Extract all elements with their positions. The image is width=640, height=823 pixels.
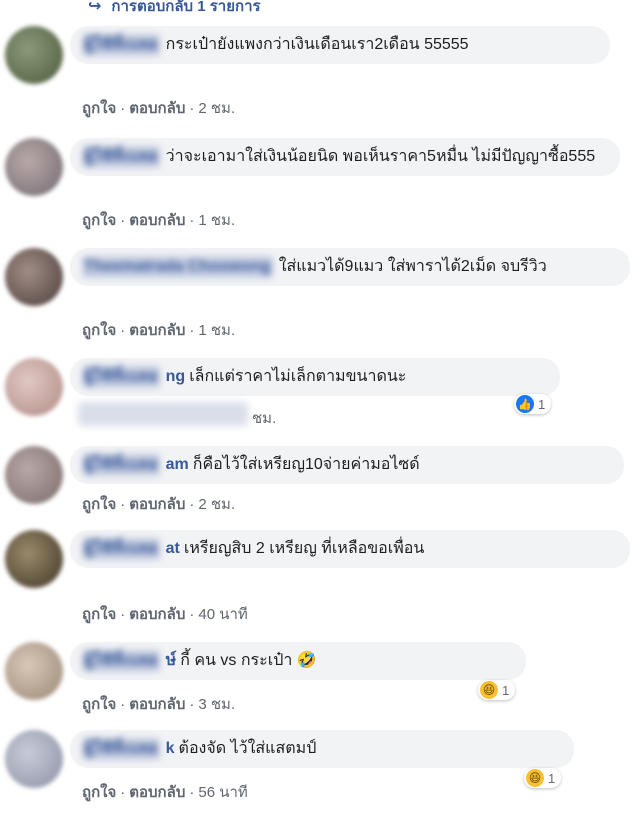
comment-meta: ถูกใจ · ตอบกลับ · 2 ชม.: [82, 492, 235, 516]
reply-link[interactable]: ตอบกลับ: [129, 696, 185, 713]
view-replies-label: การตอบกลับ 1 รายการ: [111, 0, 261, 15]
comment-bubble: ผู้ใช้ที่เบลอ กระเป๋ายังแพงกว่าเงินเดือนเ…: [70, 26, 610, 64]
comment-author[interactable]: Theematrada Choowong: [82, 256, 273, 278]
reply-link[interactable]: ตอบกลับ: [129, 100, 185, 117]
reaction-count: 1: [538, 396, 546, 412]
meta-separator: ·: [120, 100, 126, 117]
reaction-summary[interactable]: 😆 1: [478, 680, 516, 700]
reply-link[interactable]: ตอบกลับ: [129, 212, 185, 229]
comment-author[interactable]: ผู้ใช้ที่เบลอ: [82, 146, 160, 168]
meta-separator: ·: [189, 696, 195, 713]
avatar[interactable]: [5, 530, 63, 588]
comment-meta: ถูกใจ · ตอบกลับ · 40 นาที: [82, 602, 248, 626]
comment-meta: ถูกใจ · ตอบกลับ · 1 ชม.: [82, 318, 235, 342]
comment-meta: ถูกใจ · ตอบกลับ · 1 ชม.: [82, 208, 235, 232]
reaction-summary[interactable]: 😆 1: [524, 768, 562, 788]
like-link[interactable]: ถูกใจ: [82, 100, 116, 117]
avatar[interactable]: [5, 642, 63, 700]
comment-time[interactable]: 1 ชม.: [198, 212, 235, 229]
comment-time[interactable]: 1 ชม.: [198, 322, 235, 339]
comment-author-tail[interactable]: at: [166, 540, 180, 557]
comment-time[interactable]: 40 นาที: [198, 606, 247, 623]
meta-separator: ·: [189, 322, 195, 339]
avatar[interactable]: [5, 446, 63, 504]
comment-bubble: Theematrada Choowong ใส่แมวได้9แมว ใส่พาร…: [70, 248, 630, 286]
like-link[interactable]: ถูกใจ: [82, 212, 116, 229]
meta-separator: ·: [120, 212, 126, 229]
like-link[interactable]: ถูกใจ: [82, 322, 116, 339]
comment-time[interactable]: 56 นาที: [198, 784, 247, 801]
comment-meta: ถูกใจ · ตอบกลับ · 2 ชม.: [82, 96, 235, 120]
comment-time[interactable]: 2 ชม.: [198, 496, 235, 513]
reply-link[interactable]: ตอบกลับ: [129, 606, 185, 623]
meta-separator: ·: [189, 784, 195, 801]
reply-link[interactable]: ตอบกลับ: [129, 784, 185, 801]
avatar[interactable]: [5, 358, 63, 416]
comment-author[interactable]: ผู้ใช้ที่เบลอ: [82, 738, 160, 760]
view-replies-link[interactable]: ↪ การตอบกลับ 1 รายการ: [88, 0, 261, 18]
reaction-summary[interactable]: 👍 1: [514, 394, 552, 414]
like-link[interactable]: ถูกใจ: [82, 696, 116, 713]
comment-author[interactable]: ผู้ใช้ที่เบลอ: [82, 34, 160, 56]
comment-author[interactable]: ผู้ใช้ที่เบลอ: [82, 650, 160, 672]
meta-separator: ·: [120, 606, 126, 623]
haha-reaction-icon: 😆: [480, 681, 498, 699]
comment-text: กระเป๋ายังแพงกว่าเงินเดือนเรา2เดือน 5555…: [165, 36, 469, 53]
comment-text: ใส่แมวได้9แมว ใส่พาราได้2เม็ด จบรีวิว: [278, 258, 547, 275]
meta-separator: ·: [120, 322, 126, 339]
comment-text: เหรียญสิบ 2 เหรียญ ที่เหลือขอเพื่อน: [183, 540, 425, 557]
comment-time[interactable]: ชม.: [252, 410, 276, 427]
comment-author[interactable]: ผู้ใช้ที่เบลอ: [82, 454, 160, 476]
comment-meta: ถูกใจ · ตอบกลับ · 56 นาที: [82, 780, 248, 804]
meta-separator: ·: [189, 496, 195, 513]
haha-reaction-icon: 😆: [526, 769, 544, 787]
meta-separator: ·: [189, 100, 195, 117]
blurred-meta: [78, 402, 248, 426]
comment-bubble: ผู้ใช้ที่เบลอ ว่าจะเอามาใส่เงินน้อยนิด พอ…: [70, 138, 620, 176]
like-link[interactable]: ถูกใจ: [82, 784, 116, 801]
comment-text: ก็คือไว้ใส่เหรียญ10จ่ายค่ามอไซด์: [192, 456, 420, 473]
reply-link[interactable]: ตอบกลับ: [129, 496, 185, 513]
comment-author-tail[interactable]: am: [166, 456, 189, 473]
comment-meta: ชม.: [252, 406, 276, 430]
like-link[interactable]: ถูกใจ: [82, 496, 116, 513]
comment-bubble: ผู้ใช้ที่เบลอ k ต้องจัด ไว้ใส่แสตมป์: [70, 730, 574, 768]
comment-bubble: ผู้ใช้ที่เบลอ am ก็คือไว้ใส่เหรียญ10จ่ายค่…: [70, 446, 624, 484]
comment-text: ต้องจัด ไว้ใส่แสตมป์: [178, 740, 317, 757]
avatar[interactable]: [5, 248, 63, 306]
avatar[interactable]: [5, 730, 63, 788]
comment-author-tail[interactable]: ng: [166, 368, 186, 385]
comment-time[interactable]: 3 ชม.: [198, 696, 235, 713]
meta-separator: ·: [189, 606, 195, 623]
comment-text: เล็กแต่ราคาไม่เล็กตามขนาดนะ: [189, 368, 407, 385]
comment-bubble: ผู้ใช้ที่เบลอ ng เล็กแต่ราคาไม่เล็กตามขนาด…: [70, 358, 560, 396]
comment-time[interactable]: 2 ชม.: [198, 100, 235, 117]
comment-author[interactable]: ผู้ใช้ที่เบลอ: [82, 366, 160, 388]
comment-meta: ถูกใจ · ตอบกลับ · 3 ชม.: [82, 692, 235, 716]
reply-link[interactable]: ตอบกลับ: [129, 322, 185, 339]
meta-separator: ·: [189, 212, 195, 229]
like-reaction-icon: 👍: [516, 395, 534, 413]
avatar[interactable]: [5, 26, 63, 84]
reply-arrow-icon: ↪: [88, 0, 102, 15]
avatar[interactable]: [5, 138, 63, 196]
comment-text: ว่าจะเอามาใส่เงินน้อยนิด พอเห็นราคา5หมื่…: [165, 148, 596, 165]
comment-text: กี้ คน vs กระเป๋า 🤣: [180, 652, 317, 669]
comment-author-tail[interactable]: k: [166, 740, 175, 757]
reaction-count: 1: [548, 770, 556, 786]
comment-bubble: ผู้ใช้ที่เบลอ ษ์ กี้ คน vs กระเป๋า 🤣: [70, 642, 526, 680]
reaction-count: 1: [502, 682, 510, 698]
comment-author[interactable]: ผู้ใช้ที่เบลอ: [82, 538, 160, 560]
comment-author-tail[interactable]: ษ์: [166, 652, 177, 669]
meta-separator: ·: [120, 696, 126, 713]
meta-separator: ·: [120, 496, 126, 513]
comment-bubble: ผู้ใช้ที่เบลอ at เหรียญสิบ 2 เหรียญ ที่เหล…: [70, 530, 630, 568]
meta-separator: ·: [120, 784, 126, 801]
like-link[interactable]: ถูกใจ: [82, 606, 116, 623]
